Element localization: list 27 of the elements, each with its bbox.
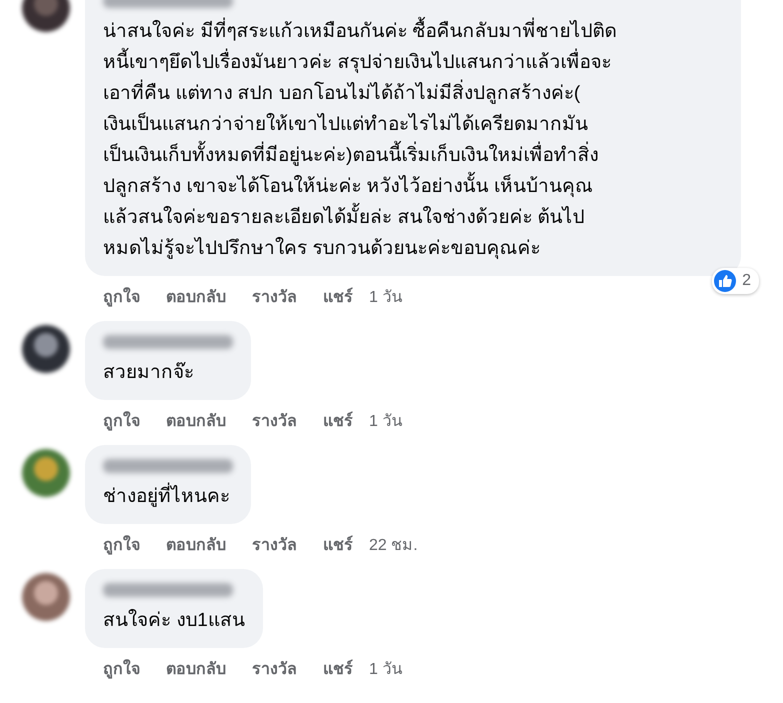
comment-time[interactable]: 1 วัน bbox=[369, 284, 402, 309]
action-link[interactable]: รางวัล bbox=[252, 408, 297, 433]
action-link[interactable]: แชร์ bbox=[323, 532, 353, 557]
action-link[interactable]: แชร์ bbox=[323, 656, 353, 681]
action-link[interactable]: ถูกใจ bbox=[103, 284, 140, 309]
comment-time[interactable]: 22 ชม. bbox=[369, 532, 418, 557]
action-link[interactable]: ตอบกลับ bbox=[166, 284, 226, 309]
comment-time[interactable]: 1 วัน bbox=[369, 656, 402, 681]
comment-text: น่าสนใจค่ะ มีที่ๆสระแก้วเหมือนกันค่ะ ซื้อคืนกลับมาพี่ชายไปติด หนี้เขาๆยึดไปเรื่องมันยาวค่ะ สรุปจ่ายเงินไปแสนกว่าแล้วเพื่อจะ เอาที่คืน แต่ทาง สปก บอกโอนไม่ได้ถ้าไม่มีสิ่งปลูกสร้างค่ะ( เงินเป็นแสนกว่าจ่ายให้เขาไปแต่ทำอะไรไม่ได้เครียดมากมัน เป็นเงินเก็บทั้งหมดที่มีอยู่นะค่ะ)ตอนนี้เริ่มเก็บเงินใหม่เพื่อทำสิ่ง ปลูกสร้าง เขาจะได้โอนให้น่ะค่ะ หวังไว้อย่างนั้น เห็นบ้านคุณ แล้วสนใจค่ะขอรายละเอียดได้มั้ยล่ะ สนใจช่างด้วยค่ะ ต้นไป หมดไม่รู้จะไปปรึกษาใคร รบกวนด้วยนะค่ะขอบคุณค่ะ bbox=[103, 16, 723, 264]
action-link[interactable]: ตอบกลับ bbox=[166, 656, 226, 681]
comment-text: ช่างอยู่ที่ไหนคะ bbox=[103, 481, 233, 512]
action-link[interactable]: รางวัล bbox=[252, 284, 297, 309]
action-link[interactable]: แชร์ bbox=[323, 408, 353, 433]
avatar[interactable] bbox=[22, 325, 70, 373]
reaction-count[interactable]: 2 bbox=[712, 268, 759, 294]
like-icon bbox=[714, 270, 736, 292]
action-link[interactable]: ตอบกลับ bbox=[166, 408, 226, 433]
action-link[interactable]: แชร์ bbox=[323, 284, 353, 309]
action-link[interactable]: ตอบกลับ bbox=[166, 532, 226, 557]
action-link[interactable]: รางวัล bbox=[252, 532, 297, 557]
action-link[interactable]: ถูกใจ bbox=[103, 408, 140, 433]
action-link[interactable]: ถูกใจ bbox=[103, 532, 140, 557]
action-link[interactable]: ถูกใจ bbox=[103, 656, 140, 681]
comment-text: สวยมากจ๊ะ bbox=[103, 361, 195, 385]
action-link[interactable]: รางวัล bbox=[252, 656, 297, 681]
comment-time[interactable]: 1 วัน bbox=[369, 408, 402, 433]
comment-text: สนใจค่ะ งบ1แสน bbox=[103, 608, 245, 633]
